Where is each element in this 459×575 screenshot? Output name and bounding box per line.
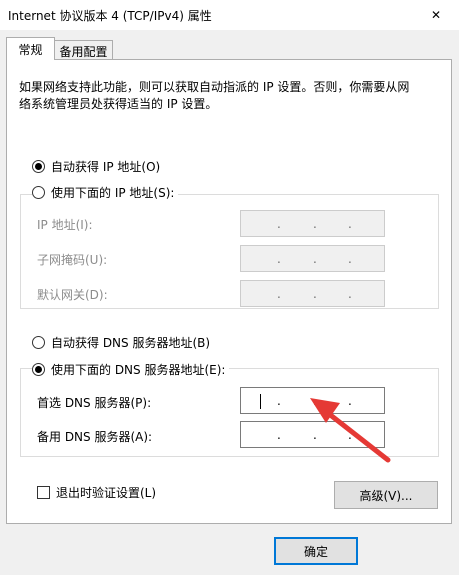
radio-auto-ip[interactable]: 自动获得 IP 地址(O) — [32, 158, 160, 175]
validate-on-exit-box[interactable] — [37, 486, 50, 499]
preferred-dns-input[interactable]: . . . — [240, 387, 385, 414]
radio-manual-ip[interactable]: 使用下面的 IP 地址(S): — [32, 184, 179, 201]
validate-on-exit-label: 退出时验证设置(L) — [56, 486, 157, 500]
preferred-dns-label: 首选 DNS 服务器(P): — [37, 396, 152, 410]
radio-manual-dns-indicator[interactable] — [32, 363, 45, 376]
description-text: 如果网络支持此功能，则可以获取自动指派的 IP 设置。否则，你需要从网 络系统管… — [19, 80, 410, 111]
radio-manual-dns-label: 使用下面的 DNS 服务器地址(E): — [51, 363, 226, 377]
default-gateway-label: 默认网关(D): — [37, 288, 108, 302]
alternate-dns-input[interactable]: . . . — [240, 421, 385, 448]
subnet-mask-input[interactable]: . . . — [240, 245, 385, 272]
tab-general[interactable]: 常规 — [6, 37, 55, 60]
default-gateway-input[interactable]: . . . — [240, 280, 385, 307]
radio-auto-dns-indicator[interactable] — [32, 336, 45, 349]
radio-manual-dns[interactable]: 使用下面的 DNS 服务器地址(E): — [32, 361, 230, 378]
title-bar: Internet 协议版本 4 (TCP/IPv4) 属性 ✕ — [0, 0, 459, 30]
window-title: Internet 协议版本 4 (TCP/IPv4) 属性 — [8, 9, 212, 23]
radio-auto-ip-label: 自动获得 IP 地址(O) — [51, 160, 161, 174]
tab-alternate-configuration[interactable]: 备用配置 — [55, 40, 113, 61]
close-button[interactable]: ✕ — [413, 0, 459, 30]
radio-manual-ip-indicator[interactable] — [32, 186, 45, 199]
ok-button[interactable]: 确定 — [274, 537, 358, 565]
subnet-mask-label: 子网掩码(U): — [37, 253, 108, 267]
tab-alternate-label: 备用配置 — [59, 44, 108, 59]
text-caret — [260, 394, 261, 409]
validate-on-exit-checkbox[interactable]: 退出时验证设置(L) — [37, 484, 156, 501]
advanced-button[interactable]: 高级(V)... — [334, 481, 438, 509]
alternate-dns-label: 备用 DNS 服务器(A): — [37, 430, 153, 444]
radio-manual-ip-label: 使用下面的 IP 地址(S): — [51, 186, 175, 200]
close-icon: ✕ — [430, 8, 442, 22]
radio-auto-ip-indicator[interactable] — [32, 160, 45, 173]
radio-auto-dns-label: 自动获得 DNS 服务器地址(B) — [51, 336, 211, 350]
ip-address-label: IP 地址(I): — [37, 218, 93, 232]
radio-auto-dns[interactable]: 自动获得 DNS 服务器地址(B) — [32, 334, 210, 351]
tab-general-label: 常规 — [18, 42, 43, 57]
ip-address-input[interactable]: . . . — [240, 210, 385, 237]
